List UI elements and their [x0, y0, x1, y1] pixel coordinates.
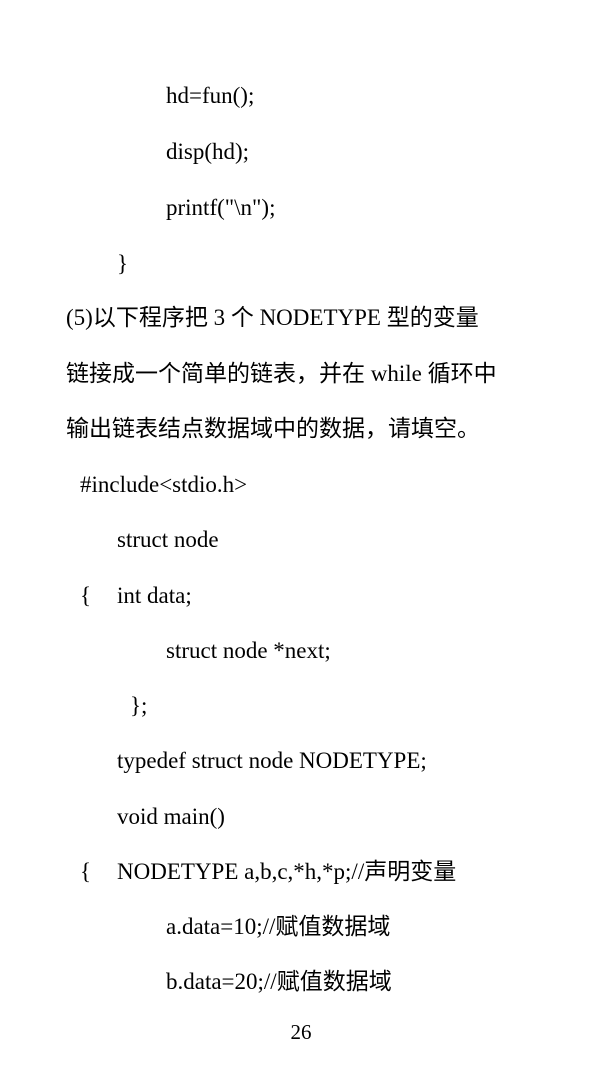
- code-line-hd-assign: hd=fun();: [166, 83, 255, 108]
- document-page: hd=fun(); disp(hd); printf("\n"); } (5)以…: [0, 0, 602, 1071]
- code-line-assign-a: a.data=10;//赋值数据域: [166, 914, 391, 939]
- question-line-2: 链接成一个简单的链表，并在 while 循环中: [66, 361, 497, 386]
- code-line-typedef: typedef struct node NODETYPE;: [117, 748, 427, 773]
- code-line-include: #include<stdio.h>: [80, 472, 248, 497]
- page-number: 26: [290, 1020, 312, 1044]
- code-line-main-open-brace: {: [80, 859, 92, 884]
- code-line-disp: disp(hd);: [166, 139, 250, 164]
- code-line-close-brace: }: [117, 251, 129, 276]
- code-line-struct-node: struct node: [117, 527, 219, 552]
- code-line-printf: printf("\n");: [166, 195, 276, 220]
- code-line-struct-end: };: [130, 693, 148, 718]
- code-line-next-pointer: struct node *next;: [166, 638, 331, 663]
- question-line-1: (5)以下程序把 3 个 NODETYPE 型的变量: [66, 305, 479, 330]
- code-line-assign-b: b.data=20;//赋值数据域: [166, 969, 392, 994]
- code-line-open-brace: {: [80, 583, 92, 608]
- question-line-3: 输出链表结点数据域中的数据，请填空。: [66, 416, 480, 441]
- code-line-main: void main(): [117, 804, 225, 829]
- code-line-declare-vars: NODETYPE a,b,c,*h,*p;//声明变量: [117, 859, 457, 884]
- code-line-int-data: int data;: [117, 583, 192, 608]
